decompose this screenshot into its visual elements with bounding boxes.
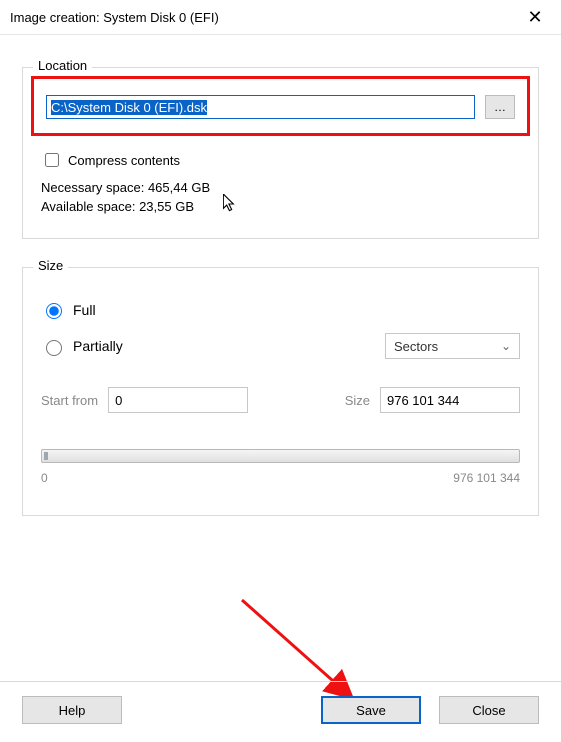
close-icon[interactable]: ✕ xyxy=(521,6,549,28)
size-legend: Size xyxy=(33,258,68,273)
scale-max: 976 101 344 xyxy=(453,471,520,485)
partially-radio-label: Partially xyxy=(73,338,123,354)
size-group: Size Full Partially Sectors ⌄ Start from… xyxy=(22,267,539,516)
range-slider[interactable] xyxy=(41,449,520,463)
scale-min: 0 xyxy=(41,471,48,485)
browse-button[interactable]: … xyxy=(485,95,515,119)
unit-select[interactable]: Sectors ⌄ xyxy=(385,333,520,359)
location-highlight-annotation: C:\System Disk 0 (EFI).dsk … xyxy=(31,76,530,136)
full-radio[interactable] xyxy=(46,303,62,319)
compress-label: Compress contents xyxy=(68,153,180,168)
location-path-input[interactable]: C:\System Disk 0 (EFI).dsk xyxy=(46,95,475,119)
window-title: Image creation: System Disk 0 (EFI) xyxy=(10,10,219,25)
partially-radio[interactable] xyxy=(46,340,62,356)
size-input[interactable] xyxy=(380,387,520,413)
size-field-label: Size xyxy=(345,393,370,408)
location-group: Location C:\System Disk 0 (EFI).dsk … Co… xyxy=(22,67,539,239)
title-bar: Image creation: System Disk 0 (EFI) ✕ xyxy=(0,0,561,35)
slider-fill xyxy=(44,452,48,460)
full-radio-label: Full xyxy=(73,302,96,318)
necessary-space-line: Necessary space: 465,44 GB xyxy=(41,180,520,195)
unit-select-value: Sectors xyxy=(394,339,438,354)
ellipsis-icon: … xyxy=(494,100,506,114)
location-legend: Location xyxy=(33,58,92,73)
start-from-input[interactable] xyxy=(108,387,248,413)
start-from-label: Start from xyxy=(41,393,98,408)
help-button[interactable]: Help xyxy=(22,696,122,724)
compress-checkbox[interactable] xyxy=(45,153,59,167)
available-space-line: Available space: 23,55 GB xyxy=(41,199,520,214)
chevron-down-icon: ⌄ xyxy=(501,339,511,353)
save-button[interactable]: Save xyxy=(321,696,421,724)
close-button[interactable]: Close xyxy=(439,696,539,724)
dialog-footer: Help Save Close xyxy=(0,681,561,742)
